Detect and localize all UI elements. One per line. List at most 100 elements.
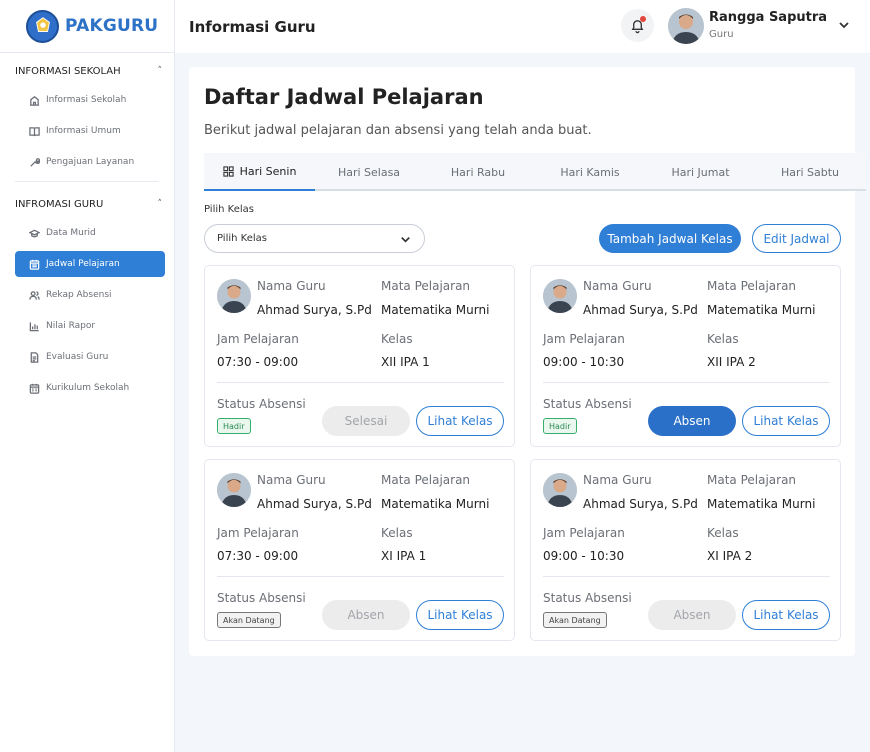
sidebar-item-jadwal-pelajaran[interactable]: Jadwal Pelajaran <box>15 251 165 277</box>
teacher-name: Ahmad Surya, S.Pd <box>583 303 698 317</box>
chevron-down-icon[interactable] <box>837 18 851 32</box>
sidebar: PAKGURU INFORMASI SEKOLAH ˄ Informasi Se… <box>0 0 175 752</box>
status-badge: Hadir <box>217 418 251 434</box>
status-label: Status Absensi <box>543 397 632 411</box>
document-icon <box>30 351 39 363</box>
user-avatar[interactable] <box>668 8 704 44</box>
schedule-card: Nama Guru Ahmad Surya, S.Pd Mata Pelajaran… <box>530 459 841 641</box>
section-informasi-guru[interactable]: INFROMASI GURU ˄ <box>0 188 174 220</box>
sidebar-item-rekap-absensi[interactable]: Rekap Absensi <box>15 282 165 308</box>
class-value: XII IPA 2 <box>707 355 756 369</box>
time-value: 07:30 - 09:00 <box>217 549 299 563</box>
time-label: Jam Pelajaran <box>217 332 299 346</box>
status-label: Status Absensi <box>217 591 306 605</box>
page-subtitle: Berikut jadwal pelajaran dan absensi yan… <box>204 123 592 138</box>
tab-label: Hari Rabu <box>450 165 506 179</box>
chevron-up-icon: ˄ <box>157 66 163 76</box>
chevron-up-icon: ˄ <box>157 199 163 209</box>
tab-hari-selasa[interactable]: Hari Selasa <box>315 153 423 191</box>
time-label: Jam Pelajaran <box>543 332 625 346</box>
sidebar-item-label: Informasi Umum <box>46 126 121 136</box>
sidebar-item-label: Jadwal Pelajaran <box>46 259 120 269</box>
schedule-card: Nama Guru Ahmad Surya, S.Pd Mata Pelajaran… <box>204 459 515 641</box>
sidebar-item-informasi-sekolah[interactable]: Informasi Sekolah <box>15 87 165 113</box>
page-header-title: Informasi Guru <box>189 17 316 36</box>
teacher-name: Ahmad Surya, S.Pd <box>257 497 372 511</box>
chevron-down-icon <box>401 237 410 243</box>
app-name: PAKGURU <box>65 16 159 36</box>
view-class-button[interactable]: Lihat Kelas <box>742 406 830 436</box>
sidebar-item-nilai-rapor[interactable]: Nilai Rapor <box>15 313 165 339</box>
notification-dot <box>640 16 646 22</box>
logo-emblem-icon <box>26 9 59 43</box>
teacher-avatar <box>543 279 577 313</box>
tool-icon <box>30 157 40 167</box>
tab-label: Hari Senin <box>239 164 297 178</box>
class-label: Kelas <box>381 332 413 346</box>
sidebar-item-label: Kurikulum Sekolah <box>46 383 130 393</box>
users-icon <box>29 290 40 300</box>
view-class-button[interactable]: Lihat Kelas <box>416 406 504 436</box>
add-schedule-button[interactable]: Tambah Jadwal Kelas <box>599 224 741 253</box>
sidebar-item-informasi-umum[interactable]: Informasi Umum <box>15 118 165 144</box>
teacher-avatar <box>217 473 251 507</box>
subject-label: Mata Pelajaran <box>707 279 797 293</box>
sidebar-item-label: Data Murid <box>46 228 96 238</box>
page-title: Daftar Jadwal Pelajaran <box>204 85 484 109</box>
divider <box>217 576 504 577</box>
teacher-label: Nama Guru <box>583 279 652 293</box>
graduation-cap-icon <box>29 229 40 237</box>
day-tabs: Hari Senin Hari Selasa Hari Rabu Hari Ka… <box>204 153 866 191</box>
attendance-button[interactable]: Selesai <box>322 406 410 436</box>
class-select[interactable]: Pilih Kelas <box>204 224 425 253</box>
class-filter-label: Pilih Kelas <box>204 204 254 215</box>
sidebar-item-label: Evaluasi Guru <box>46 352 109 362</box>
attendance-button[interactable]: Absen <box>322 600 410 630</box>
tab-hari-rabu[interactable]: Hari Rabu <box>423 153 533 191</box>
notification-button[interactable] <box>621 9 654 42</box>
teacher-label: Nama Guru <box>583 473 652 487</box>
school-icon <box>29 95 40 106</box>
section-title: INFROMASI GURU <box>15 198 104 210</box>
tab-label: Hari Kamis <box>560 165 620 179</box>
divider <box>543 382 830 383</box>
sidebar-item-data-murid[interactable]: Data Murid <box>15 220 165 246</box>
tab-hari-kamis[interactable]: Hari Kamis <box>533 153 647 191</box>
status-label: Status Absensi <box>217 397 306 411</box>
time-label: Jam Pelajaran <box>543 526 625 540</box>
subject-value: Matematika Murni <box>381 303 490 317</box>
status-badge: Akan Datang <box>217 612 281 628</box>
attendance-button[interactable]: Absen <box>648 406 736 436</box>
sidebar-item-kurikulum-sekolah[interactable]: Kurikulum Sekolah <box>15 375 165 401</box>
divider <box>543 576 830 577</box>
tab-label: Hari Sabtu <box>780 165 840 179</box>
section-informasi-sekolah[interactable]: INFORMASI SEKOLAH ˄ <box>0 55 174 87</box>
divider <box>217 382 504 383</box>
grid-icon <box>222 165 234 177</box>
tab-hari-jumat[interactable]: Hari Jumat <box>647 153 754 191</box>
edit-schedule-button[interactable]: Edit Jadwal <box>752 224 841 253</box>
class-select-value: Pilih Kelas <box>217 233 267 244</box>
bar-chart-icon <box>29 321 39 331</box>
time-value: 07:30 - 09:00 <box>217 355 299 369</box>
logo[interactable]: PAKGURU <box>0 0 174 53</box>
class-label: Kelas <box>381 526 413 540</box>
tab-label: Hari Selasa <box>337 165 401 179</box>
user-role: Guru <box>709 29 734 40</box>
view-class-button[interactable]: Lihat Kelas <box>742 600 830 630</box>
tab-hari-sabtu[interactable]: Hari Sabtu <box>754 153 866 191</box>
top-bar: Informasi Guru Rangga Saputra Guru <box>175 0 870 53</box>
attendance-button[interactable]: Absen <box>648 600 736 630</box>
teacher-name: Ahmad Surya, S.Pd <box>257 303 372 317</box>
sidebar-item-evaluasi-guru[interactable]: Evaluasi Guru <box>15 344 165 370</box>
teacher-avatar <box>543 473 577 507</box>
subject-value: Matematika Murni <box>381 497 490 511</box>
class-value: XI IPA 2 <box>707 549 753 563</box>
book-icon <box>29 126 40 136</box>
teacher-avatar <box>217 279 251 313</box>
sidebar-item-pengajuan-layanan[interactable]: Pengajuan Layanan <box>15 149 165 175</box>
time-value: 09:00 - 10:30 <box>543 549 625 563</box>
tab-hari-senin[interactable]: Hari Senin <box>204 153 315 191</box>
subject-value: Matematika Murni <box>707 303 816 317</box>
view-class-button[interactable]: Lihat Kelas <box>416 600 504 630</box>
